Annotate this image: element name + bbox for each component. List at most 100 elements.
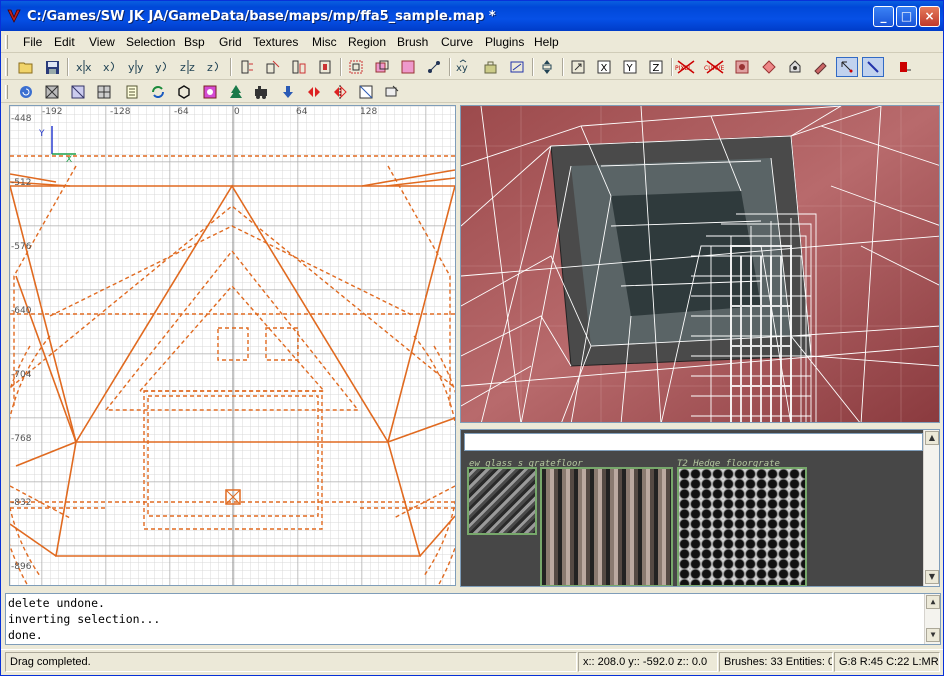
xy-view[interactable]: Y X -192 -128 -64 0 64 128 -448 -512 -57… — [9, 105, 456, 586]
rotate-x-icon[interactable]: x — [99, 57, 121, 77]
x-view-label: X — [601, 63, 608, 74]
ruler-left-7: -896 — [11, 562, 32, 572]
menu-grip — [5, 35, 8, 49]
menu-file[interactable]: File — [23, 35, 42, 49]
csg-hollow-icon[interactable] — [345, 57, 367, 77]
select-complete-tall-icon[interactable] — [236, 57, 258, 77]
clipper-icon[interactable] — [423, 57, 445, 77]
menu-help[interactable]: Help — [534, 35, 559, 49]
csg-merge-icon[interactable] — [397, 57, 419, 77]
menu-misc[interactable]: Misc — [312, 35, 337, 49]
crosshair-icon[interactable] — [355, 82, 377, 102]
close-icon: × — [924, 9, 935, 23]
status-message: Drag completed. — [5, 652, 577, 672]
ruler-left-1: -512 — [11, 178, 31, 188]
change-views-icon[interactable]: xy — [454, 57, 476, 77]
toggle-select-icon[interactable] — [836, 57, 858, 77]
texture-filter-input[interactable] — [464, 433, 923, 451]
menu-selection[interactable]: Selection — [126, 35, 175, 49]
menu-view[interactable]: View — [89, 35, 115, 49]
window-title: C:/Games/SW JK JA/GameData/base/maps/mp/… — [27, 9, 496, 24]
ruler-top-0: -192 — [42, 107, 62, 117]
hex-icon[interactable] — [173, 82, 195, 102]
cube-face-icon[interactable] — [93, 82, 115, 102]
rotate-z-icon[interactable]: z — [203, 57, 225, 77]
y-view-icon[interactable]: Y — [619, 57, 641, 77]
x-view-icon[interactable]: X — [593, 57, 615, 77]
bookmark-icon[interactable] — [894, 57, 916, 77]
y-axis-label: Y — [38, 129, 45, 139]
scroll-up-icon[interactable]: ▲ — [925, 431, 939, 445]
scroll-down-icon[interactable]: ▼ — [925, 570, 939, 584]
flip-y-icon[interactable]: yy — [125, 57, 147, 77]
camera-move-icon[interactable] — [536, 57, 558, 77]
patch-bend-icon[interactable] — [758, 57, 780, 77]
maximize-button[interactable]: □ — [896, 6, 917, 27]
overlay-view-icon[interactable] — [567, 57, 589, 77]
open-icon[interactable] — [15, 57, 37, 77]
menu-curve[interactable]: Curve — [441, 35, 473, 49]
scroll-up-icon[interactable]: ▲ — [926, 595, 940, 609]
cube-sel-icon[interactable] — [67, 82, 89, 102]
toolbar-grip — [5, 85, 8, 99]
flip-z-icon[interactable]: zz — [177, 57, 199, 77]
status-bar: Drag completed. x:: 208.0 y:: -592.0 z::… — [1, 649, 943, 675]
scroll-down-icon[interactable]: ▼ — [926, 628, 940, 642]
menu-brush[interactable]: Brush — [397, 35, 428, 49]
tree-icon[interactable] — [225, 82, 247, 102]
console-scrollbar[interactable]: ▲ ▼ — [924, 594, 940, 644]
separator — [449, 58, 451, 76]
menu-region[interactable]: Region — [348, 35, 386, 49]
menu-textures[interactable]: Textures — [253, 35, 298, 49]
cube-icon[interactable] — [41, 82, 63, 102]
filter-pixel-icon[interactable]: PIXEL — [675, 57, 697, 77]
toolbar-grip — [5, 58, 8, 76]
camera-view[interactable] — [460, 105, 940, 423]
menu-bsp[interactable]: Bsp — [184, 35, 205, 49]
save-icon[interactable] — [41, 57, 63, 77]
menu-edit[interactable]: Edit — [54, 35, 75, 49]
rotate-y-icon[interactable]: y — [151, 57, 173, 77]
z-view-icon[interactable]: Z — [645, 57, 667, 77]
ruler-left-2: -576 — [11, 242, 32, 252]
console-output[interactable]: delete undone. inverting selection... do… — [5, 593, 941, 645]
refresh-icon[interactable] — [15, 82, 37, 102]
csg-subtract-icon[interactable] — [371, 57, 393, 77]
rotate-icon[interactable] — [147, 82, 169, 102]
engine-icon[interactable] — [251, 82, 273, 102]
texture-scrollbar[interactable]: ▲ ▼ — [923, 430, 939, 586]
texture-lock-icon[interactable] — [480, 57, 502, 77]
texture-thumb-glass[interactable] — [467, 467, 537, 535]
close-button[interactable]: × — [919, 6, 940, 27]
select-touching-icon[interactable] — [262, 57, 284, 77]
title-bar[interactable]: C:/Games/SW JK JA/GameData/base/maps/mp/… — [1, 1, 943, 31]
flip-z-label: z — [180, 61, 186, 74]
arrow-down-icon[interactable] — [277, 82, 299, 102]
svg-text:xy: xy — [456, 63, 468, 74]
show-entities-icon[interactable] — [731, 57, 753, 77]
patch-drill-icon[interactable] — [810, 57, 832, 77]
mirror-both-icon[interactable] — [329, 82, 351, 102]
rotate-z-label: z — [207, 61, 213, 74]
flip-x-icon[interactable]: xx — [73, 57, 95, 77]
cubic-clip-icon[interactable] — [506, 57, 528, 77]
separator — [562, 58, 564, 76]
menu-grid[interactable]: Grid — [219, 35, 242, 49]
pink-icon[interactable] — [199, 82, 221, 102]
secondary-toolbar — [1, 81, 943, 103]
select-inside-icon[interactable] — [314, 57, 336, 77]
filter-curve-icon[interactable]: CURVE — [704, 57, 726, 77]
overlay-icon[interactable] — [381, 82, 403, 102]
texture-thumb-gratefloor[interactable] — [540, 467, 673, 586]
entity-list-icon[interactable] — [121, 82, 143, 102]
minimize-button[interactable]: _ — [873, 6, 894, 27]
mirror-red-icon[interactable] — [303, 82, 325, 102]
ruler-left-5: -768 — [11, 434, 32, 444]
texture-thumb-floorgrate[interactable] — [677, 467, 807, 586]
menu-plugins[interactable]: Plugins — [485, 35, 524, 49]
patch-weld-icon[interactable] — [784, 57, 806, 77]
toggle-brush-icon[interactable] — [862, 57, 884, 77]
select-partial-tall-icon[interactable] — [288, 57, 310, 77]
texture-browser[interactable]: ew_glass_s_gratefloor T2_Hedge_floorgrat… — [460, 429, 940, 587]
ruler-top-1: -128 — [110, 107, 131, 117]
